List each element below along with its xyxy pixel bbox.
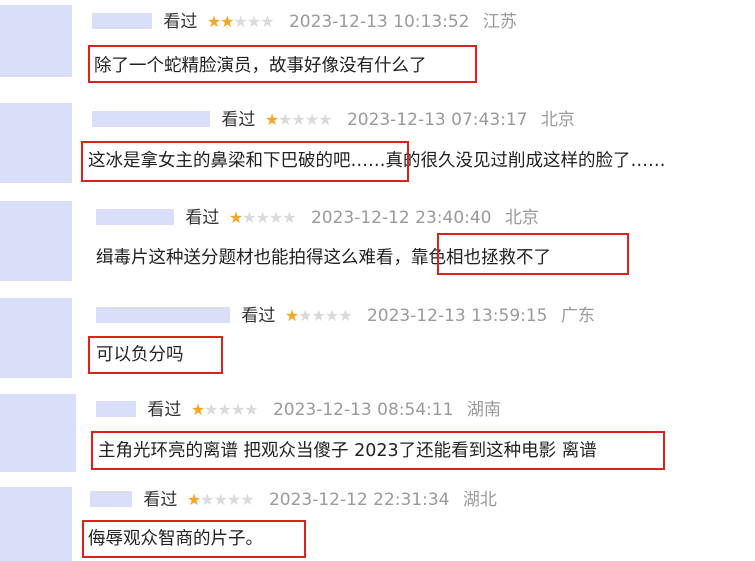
- highlight-box: [82, 520, 306, 558]
- rating-stars: ★★★★★: [186, 490, 255, 509]
- comment-date: 2023-12-12 22:31:34: [268, 490, 450, 510]
- watch-status: 看过: [143, 490, 178, 510]
- username-redacted[interactable]: [90, 491, 132, 507]
- star-empty-icon: ★: [240, 490, 254, 509]
- star-empty-icon: ★: [200, 490, 214, 509]
- avatar[interactable]: [0, 487, 72, 561]
- star-empty-icon: ★: [213, 490, 228, 509]
- star-empty-icon: ★: [226, 490, 241, 509]
- comment-item: 看过 ★★★★★ 2023-12-12 22:31:34 湖北 侮辱观众智商的片…: [0, 0, 755, 561]
- comment-meta: 看过 ★★★★★ 2023-12-12 22:31:34 湖北: [90, 489, 497, 511]
- star-filled-icon: ★: [186, 490, 201, 509]
- comment-location: 湖北: [462, 490, 497, 510]
